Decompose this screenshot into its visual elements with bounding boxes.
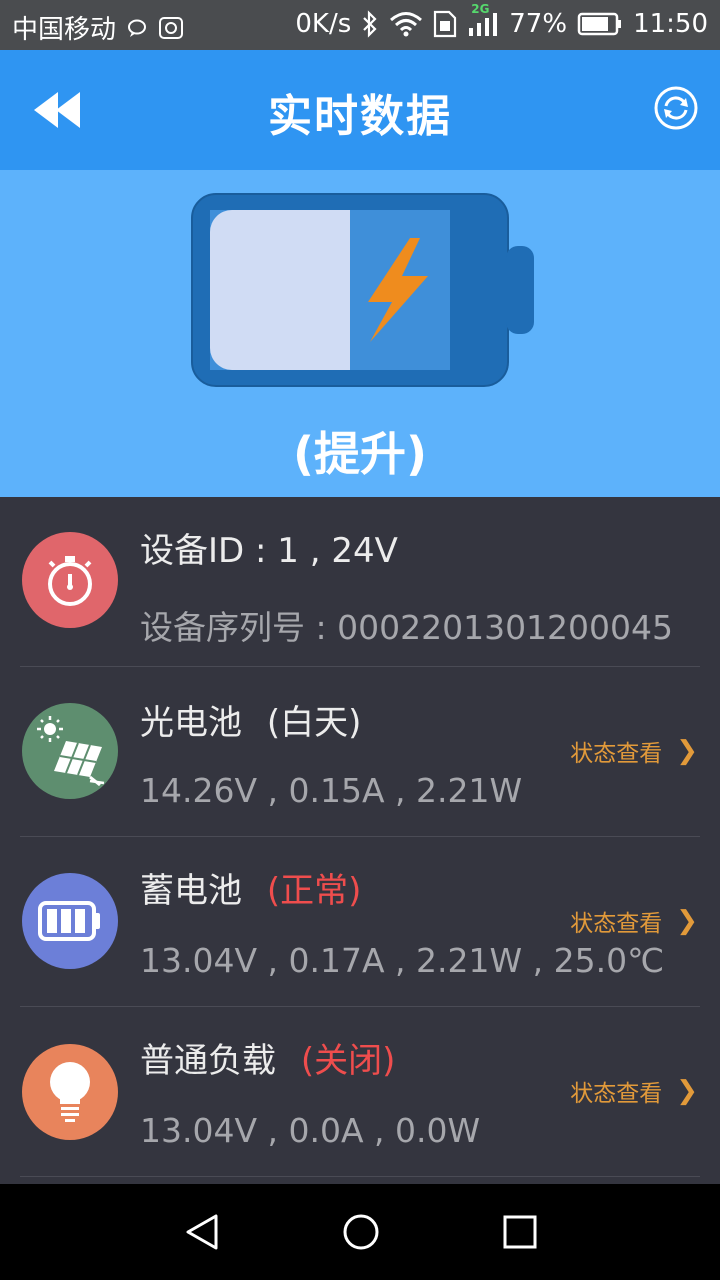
load-title: 普通负载 (关闭)	[140, 1033, 395, 1082]
solar-status-link[interactable]: 状态查看 ❯	[570, 734, 698, 768]
battery-hero: (提升)	[0, 170, 720, 497]
battery-name: 蓄电池	[140, 871, 242, 911]
battery-title: 蓄电池 (正常)	[140, 863, 361, 912]
huawei-icon	[158, 16, 184, 40]
refresh-button[interactable]	[652, 84, 700, 132]
load-row[interactable]: 普通负载 (关闭) 13.04V , 0.0A , 0.0W 状态查看 ❯	[0, 1007, 720, 1177]
recents-square-icon	[503, 1215, 537, 1249]
chat-icon	[126, 17, 148, 39]
battery-percent: 77%	[509, 9, 568, 39]
load-values: 13.04V , 0.0A , 0.0W	[140, 1111, 481, 1150]
chevron-right-icon: ❯	[676, 1076, 698, 1106]
battery-flag: (正常)	[266, 871, 362, 911]
load-flag: (关闭)	[300, 1041, 396, 1081]
clock: 11:50	[633, 9, 708, 39]
status-bar-left: 中国移动	[12, 9, 184, 46]
data-list: 设备ID : 1 , 24V 设备序列号 : 0002201301200045	[0, 497, 720, 1184]
solar-panel-icon	[37, 716, 105, 787]
wifi-icon	[389, 11, 423, 37]
sim-icon	[433, 10, 457, 38]
bluetooth-icon	[361, 10, 379, 38]
lightbulb-icon	[50, 1062, 90, 1122]
solar-name: 光电池	[140, 703, 242, 743]
solar-values: 14.26V , 0.15A , 2.21W	[140, 771, 523, 810]
stopwatch-icon	[48, 556, 92, 606]
status-link-label: 状态查看	[570, 1081, 663, 1107]
status-link-label: 状态查看	[570, 911, 663, 937]
back-triangle-icon	[186, 1214, 218, 1250]
status-link-label: 状态查看	[570, 741, 663, 767]
charge-status: (提升)	[292, 427, 428, 481]
signal-icon: 2G	[467, 2, 499, 38]
page-title: 实时数据	[268, 91, 452, 142]
solar-flag: (白天)	[266, 703, 362, 743]
system-nav-bar	[0, 1184, 720, 1280]
carrier-label: 中国移动	[12, 15, 117, 45]
chevron-right-icon: ❯	[676, 736, 698, 766]
battery-icon	[38, 901, 100, 941]
load-icon-badge	[22, 1044, 118, 1140]
net-speed: 0K/s	[295, 9, 352, 39]
solar-row[interactable]: 光电池 (白天) 14.26V , 0.15A , 2.21W 状态查看 ❯	[0, 667, 720, 837]
device-icon-badge	[22, 532, 118, 628]
battery-icon	[577, 12, 623, 36]
battery-charging-icon	[191, 193, 534, 387]
device-id: 设备ID : 1 , 24V	[140, 531, 398, 571]
load-status-link[interactable]: 状态查看 ❯	[570, 1074, 698, 1108]
divider	[20, 1176, 700, 1177]
solar-title: 光电池 (白天)	[140, 695, 361, 744]
battery-values: 13.04V , 0.17A , 2.21W , 25.0℃	[140, 941, 665, 980]
nav-home-button[interactable]	[341, 1212, 381, 1252]
status-bar: 中国移动 0K/s 2G 77% 11:50	[0, 0, 720, 50]
battery-row[interactable]: 蓄电池 (正常) 13.04V , 0.17A , 2.21W , 25.0℃ …	[0, 837, 720, 1007]
refresh-icon	[654, 86, 698, 130]
load-name: 普通负载	[140, 1041, 276, 1081]
battery-icon-badge	[22, 873, 118, 969]
battery-status-link[interactable]: 状态查看 ❯	[570, 904, 698, 938]
device-serial: 设备序列号 : 0002201301200045	[140, 608, 674, 647]
nav-recents-button[interactable]	[500, 1212, 540, 1252]
status-bar-right: 0K/s 2G 77% 11:50	[295, 2, 708, 39]
chevron-right-icon: ❯	[676, 906, 698, 936]
network-type: 2G	[471, 2, 490, 16]
solar-icon-badge	[22, 703, 118, 799]
home-circle-icon	[343, 1214, 379, 1250]
device-info-row: 设备ID : 1 , 24V 设备序列号 : 0002201301200045	[0, 497, 720, 667]
app-bar: 实时数据	[0, 50, 720, 170]
nav-back-button[interactable]	[182, 1212, 222, 1252]
